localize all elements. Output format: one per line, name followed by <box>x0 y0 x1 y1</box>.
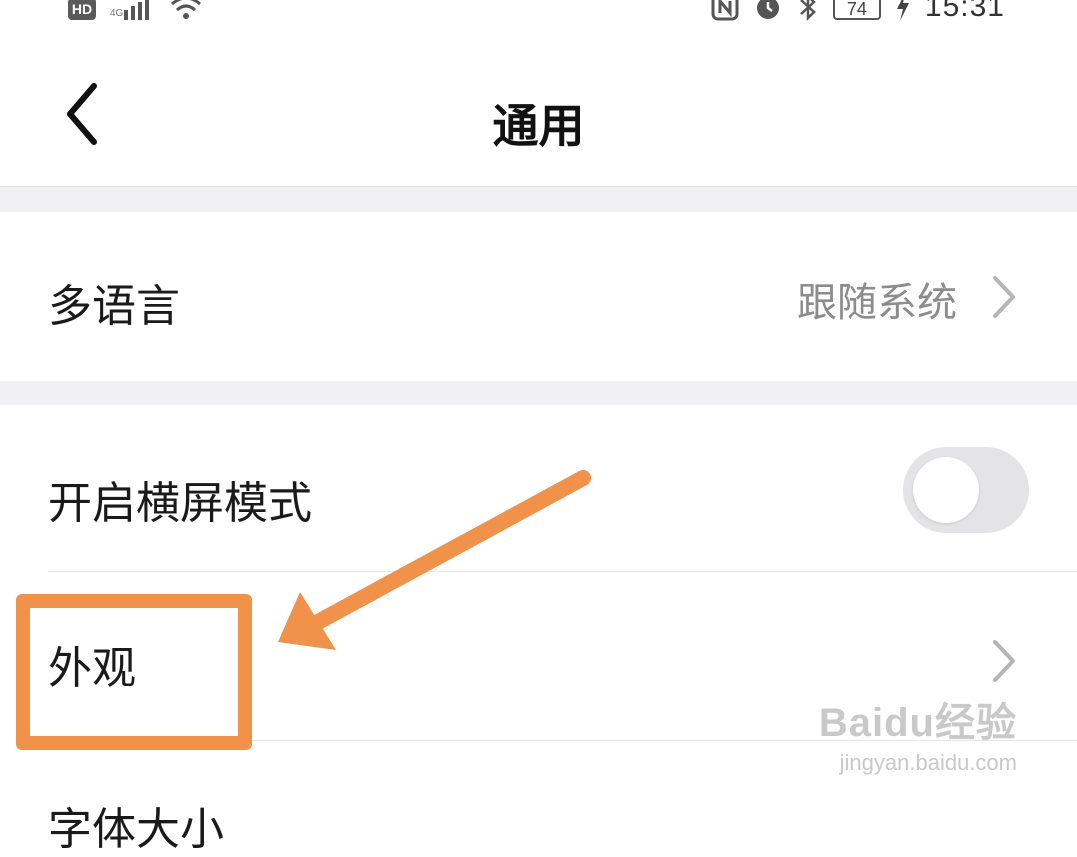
chevron-right-icon <box>993 276 1015 318</box>
language-setting-row[interactable]: 多语言 跟随系统 <box>0 212 1077 381</box>
highlight-box <box>16 594 252 750</box>
signal-icon: 4G <box>110 0 149 20</box>
landscape-mode-row: 开启横屏模式 <box>0 405 1077 571</box>
hd-badge: HD <box>68 0 96 20</box>
svg-text:4G: 4G <box>110 8 124 19</box>
wifi-icon <box>171 0 201 19</box>
watermark-url: jingyan.baidu.com <box>839 750 1017 775</box>
nfc-icon <box>711 0 739 21</box>
status-bar-right: 74 15:31 <box>711 0 1005 24</box>
clock: 15:31 <box>924 0 1005 23</box>
alarm-icon <box>756 0 779 19</box>
watermark-logo: Baidu经验 <box>818 701 1017 745</box>
battery-indicator: 74 <box>832 0 881 20</box>
status-bar: HD 4G 74 15:31 <box>0 0 1077 24</box>
landscape-mode-toggle[interactable] <box>903 447 1029 533</box>
baidu-watermark: Baidu经验 jingyan.baidu.com <box>819 690 1017 776</box>
toggle-knob <box>913 457 979 523</box>
landscape-mode-label: 开启横屏模式 <box>48 478 312 529</box>
section-divider <box>0 186 1077 212</box>
bluetooth-icon <box>800 0 816 22</box>
font-size-label: 字体大小 <box>48 804 224 855</box>
page-title: 通用 <box>492 99 585 153</box>
charging-icon <box>896 0 909 21</box>
title-bar: 通用 <box>0 24 1077 186</box>
status-bar-left: HD 4G <box>68 0 204 20</box>
section-divider <box>0 381 1077 405</box>
language-value: 跟随系统 <box>797 280 957 326</box>
chevron-right-icon <box>993 640 1015 682</box>
language-label: 多语言 <box>48 281 180 332</box>
